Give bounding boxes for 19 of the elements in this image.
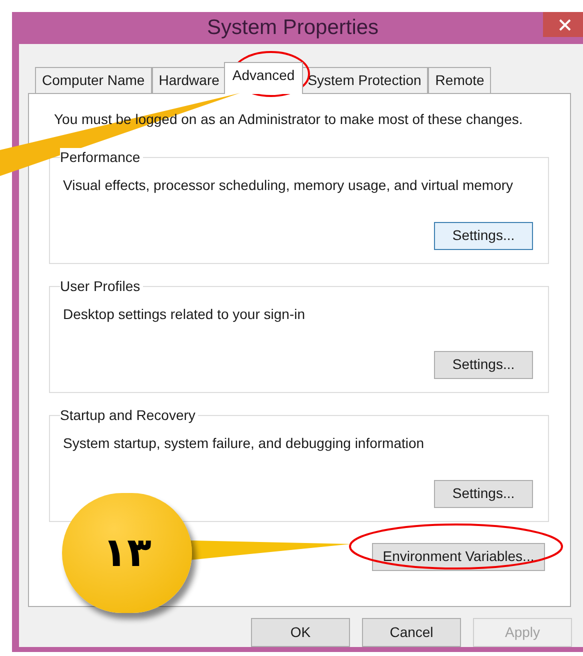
tab[interactable]: Advanced xyxy=(224,62,303,94)
group-description: Visual effects, processor scheduling, memory usage, and virtual memory xyxy=(63,176,514,195)
close-icon xyxy=(559,18,571,30)
close-button[interactable] xyxy=(543,12,583,37)
tab[interactable]: Computer Name xyxy=(35,66,152,92)
settings-button[interactable]: Settings... xyxy=(434,350,533,378)
settings-button[interactable]: Settings... xyxy=(434,480,533,508)
callout-number: ١٣ xyxy=(102,529,152,578)
dialog-button[interactable]: Cancel xyxy=(362,618,461,646)
group-description: Desktop settings related to your sign-in xyxy=(63,304,306,324)
dialog-button[interactable]: OK xyxy=(251,618,350,646)
settings-button[interactable]: Settings... xyxy=(434,222,533,250)
window-title: System Properties xyxy=(207,15,379,41)
tab[interactable]: System Protection xyxy=(300,66,428,92)
group-description: System startup, system failure, and debugging information xyxy=(63,434,426,453)
environment-variables-button[interactable]: Environment Variables... xyxy=(372,542,545,570)
group-title: Performance xyxy=(60,148,144,166)
tab[interactable]: Remote xyxy=(428,66,492,92)
tab[interactable]: Hardware xyxy=(152,66,226,92)
